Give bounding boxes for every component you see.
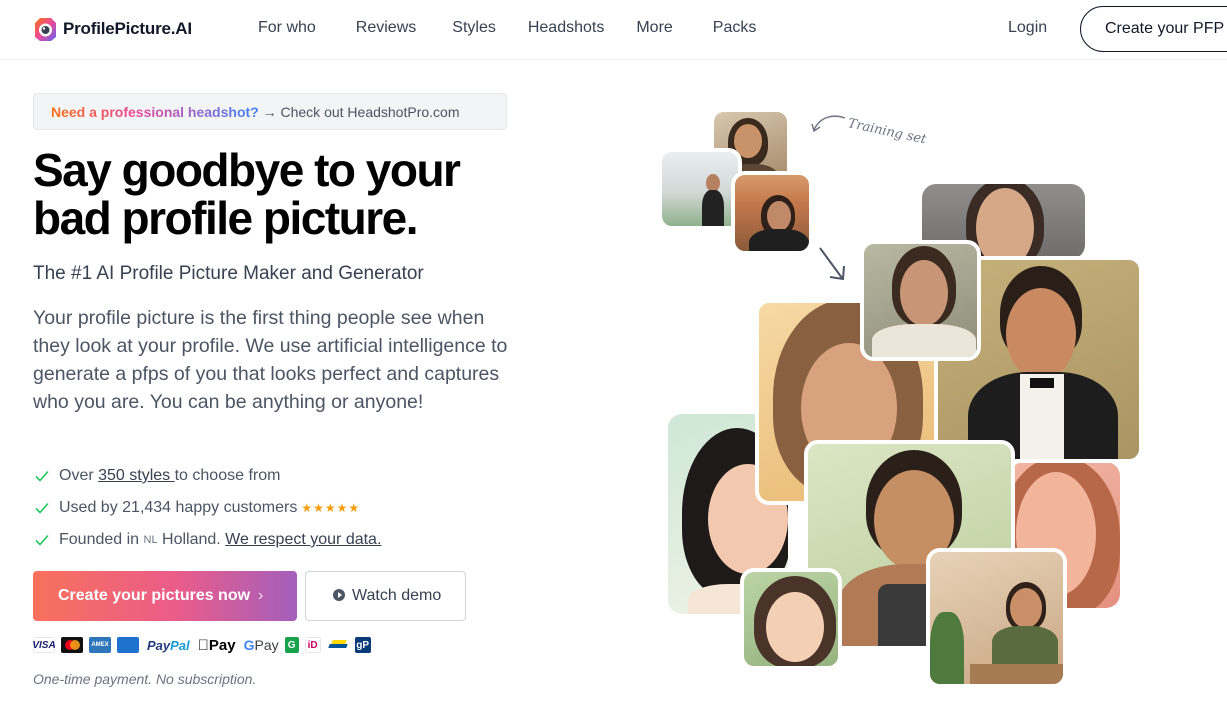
nav-link-styles[interactable]: Styles (452, 19, 496, 37)
rating-stars: ★★★★★ (301, 501, 361, 515)
promo-highlight: Need a professional headshot? (51, 104, 259, 120)
create-pictures-button[interactable]: Create your pictures now › (33, 571, 297, 621)
nav-link-more[interactable]: More (636, 19, 672, 37)
hero-headline: Say goodbye to your bad profile picture. (33, 144, 461, 244)
paypal-a: Pay (147, 637, 171, 653)
feature-styles-pre: Over (59, 467, 99, 484)
feature-customers: Used by 21,434 happy customers ★★★★★ (33, 492, 381, 524)
feature-styles: Over 350 styles to choose from (33, 460, 381, 492)
google-pay-icon: G Pay (244, 637, 279, 653)
bancontact-icon (327, 637, 349, 653)
top-navbar: ProfilePicture.AI For who Reviews Styles… (0, 0, 1227, 60)
nav-link-reviews[interactable]: Reviews (356, 19, 416, 37)
watch-demo-button[interactable]: Watch demo (305, 571, 466, 621)
customers-text: Used by 21,434 happy customers (59, 499, 298, 516)
payment-methods: VISA AMEX PayPal Pay G Pay G iD gP (32, 635, 377, 655)
hero-description: Your profile picture is the first thing … (33, 307, 508, 413)
google-g: G (244, 637, 255, 653)
login-link[interactable]: Login (1008, 19, 1047, 37)
check-icon (35, 470, 49, 482)
headshot-promo-banner[interactable]: Need a professional headshot? → Check ou… (33, 93, 507, 130)
logo-camera-icon (35, 18, 56, 41)
create-pictures-label: Create your pictures now (58, 587, 251, 604)
paypal-icon: Pay Pal (147, 637, 190, 653)
styles-link[interactable]: 350 styles (98, 467, 174, 485)
giropay-icon: gP (354, 637, 371, 653)
arrow-down-right-icon (819, 247, 845, 281)
privacy-link[interactable]: We respect your data. (225, 531, 381, 549)
nav-link-headshots[interactable]: Headshots (528, 19, 605, 37)
mastercard-icon (61, 637, 83, 653)
logo[interactable]: ProfilePicture.AI (32, 15, 192, 42)
check-icon (35, 534, 49, 546)
watch-demo-label: Watch demo (352, 587, 442, 604)
green-payment-icon: G (284, 637, 299, 653)
apple-pay-icon: Pay (197, 636, 236, 654)
training-photo-2 (658, 148, 742, 230)
google-pay-text: Pay (243, 637, 279, 653)
visa-icon: VISA (32, 637, 56, 653)
founded-pre: Founded in (59, 531, 144, 548)
founded-mid: Holland. (157, 531, 226, 548)
logo-text: ProfilePicture.AI (63, 18, 192, 38)
nav-links: For who Reviews Styles Headshots More Pa… (258, 19, 788, 37)
chevron-right-icon: › (258, 587, 264, 604)
check-icon (35, 502, 49, 514)
ideal-icon: iD (304, 637, 321, 653)
amex-icon: AMEX (89, 637, 111, 653)
feature-styles-post: to choose from (174, 467, 281, 484)
hero-subheading: The #1 AI Profile Picture Maker and Gene… (33, 263, 424, 284)
portrait-cafe (926, 548, 1067, 688)
nl-flag: NL (143, 534, 158, 546)
portrait-anime (740, 568, 842, 670)
payment-note: One-time payment. No subscription. (33, 671, 257, 687)
curved-arrow-icon (811, 115, 846, 133)
nav-link-for-who[interactable]: For who (258, 19, 316, 37)
create-pfp-button[interactable]: Create your PFP (1080, 6, 1227, 52)
training-set-label: Training set (846, 116, 928, 148)
paypal-b: Pal (170, 637, 190, 653)
feature-list: Over 350 styles to choose from Used by 2… (33, 460, 381, 556)
feature-founded: Founded in NL Holland. We respect your d… (33, 524, 381, 556)
card-icon (117, 637, 139, 653)
portrait-small-top (860, 240, 981, 361)
play-icon (333, 589, 345, 601)
training-photo-3 (731, 171, 813, 255)
nav-link-packs[interactable]: Packs (713, 19, 757, 37)
promo-link-text: → Check out HeadshotPro.com (258, 104, 460, 120)
